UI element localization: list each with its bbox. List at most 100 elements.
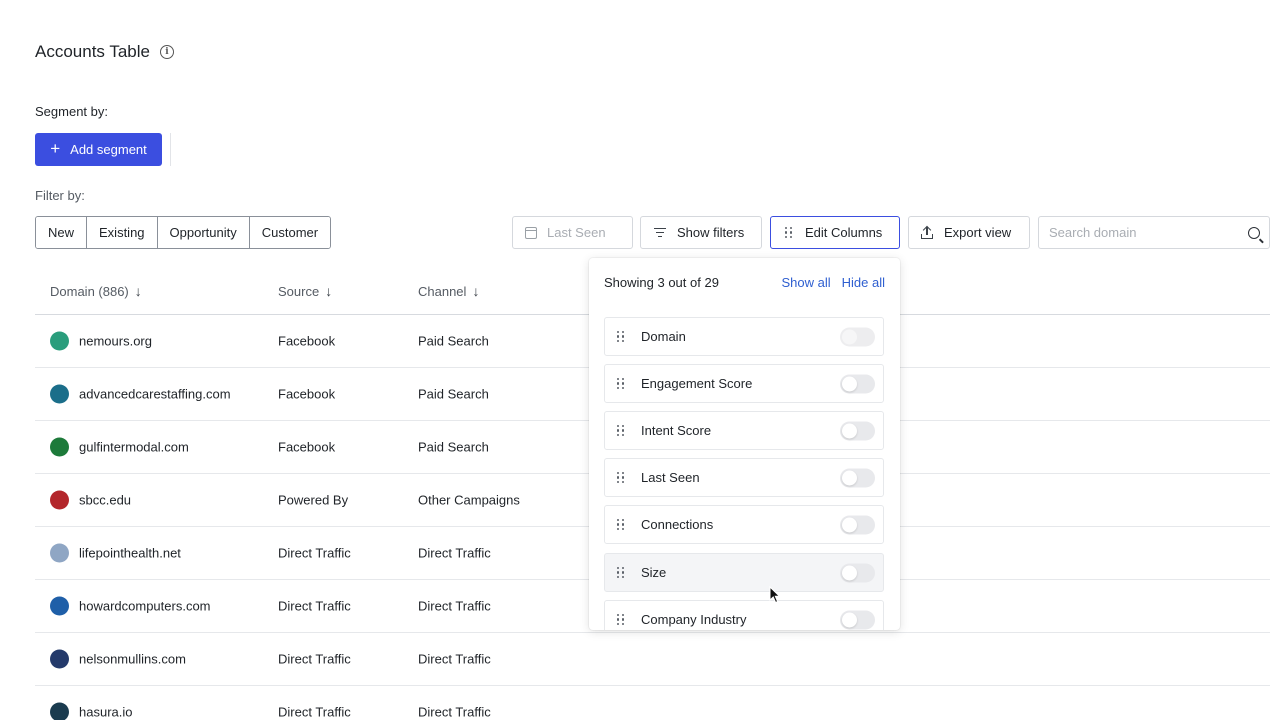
domain-cell[interactable]: hasura.io (79, 705, 132, 720)
search-icon[interactable] (1248, 226, 1260, 239)
show-filters-label: Show filters (677, 225, 745, 240)
plus-icon: + (50, 139, 61, 158)
company-logo (50, 596, 69, 616)
channel-cell: Direct Traffic (418, 545, 491, 561)
column-toggle[interactable] (840, 374, 875, 393)
drag-handle-icon[interactable] (617, 613, 625, 626)
domain-cell[interactable]: howardcomputers.com (79, 599, 211, 614)
upload-icon (921, 225, 933, 239)
divider (170, 133, 171, 166)
filter-existing-button[interactable]: Existing (87, 217, 158, 248)
channel-cell: Direct Traffic (418, 704, 491, 720)
source-cell: Direct Traffic (278, 545, 351, 561)
drag-handle-icon (785, 226, 793, 239)
company-logo (50, 384, 69, 404)
channel-cell: Direct Traffic (418, 598, 491, 614)
hide-all-link[interactable]: Hide all (842, 275, 885, 290)
column-option-size[interactable]: Size (604, 553, 884, 592)
columns-count-text: Showing 3 out of 29 (604, 275, 719, 290)
column-header-label: Source (278, 283, 320, 299)
column-option-label: Company Industry (641, 612, 747, 627)
column-toggle[interactable] (840, 421, 875, 440)
column-option-label: Intent Score (641, 423, 712, 438)
channel-cell: Paid Search (418, 386, 489, 402)
column-toggle[interactable] (840, 563, 875, 582)
filter-customer-button[interactable]: Customer (249, 217, 331, 248)
column-header-label: Channel (418, 283, 467, 299)
filter-opportunity-button[interactable]: Opportunity (157, 217, 250, 248)
info-icon[interactable]: i (159, 45, 174, 59)
column-option-domain[interactable]: Domain (604, 317, 884, 356)
column-option-label: Last Seen (641, 470, 700, 485)
source-cell: Facebook (278, 439, 336, 455)
column-toggle (840, 327, 875, 346)
channel-cell: Paid Search (418, 333, 489, 349)
source-cell: Direct Traffic (278, 704, 351, 720)
add-segment-label: Add segment (70, 142, 147, 157)
export-view-button[interactable]: Export view (908, 216, 1030, 249)
company-logo (50, 490, 69, 510)
edit-columns-panel: Showing 3 out of 29 Show all Hide all Do… (589, 258, 900, 630)
drag-handle-icon[interactable] (617, 518, 625, 531)
last-seen-date-picker[interactable]: Last Seen (512, 216, 633, 249)
filter-icon (654, 228, 666, 238)
show-filters-button[interactable]: Show filters (640, 216, 762, 249)
drag-handle-icon[interactable] (617, 471, 625, 484)
column-option-label: Engagement Score (641, 376, 753, 391)
column-header-source[interactable]: Source ↓ (278, 283, 332, 299)
channel-cell: Other Campaigns (418, 492, 520, 508)
edit-columns-label: Edit Columns (805, 225, 883, 240)
show-all-link[interactable]: Show all (782, 275, 831, 290)
filter-new-button[interactable]: New (36, 217, 88, 248)
drag-handle-icon[interactable] (617, 424, 625, 437)
domain-cell[interactable]: nelsonmullins.com (79, 652, 186, 667)
filter-label: Filter by: (35, 188, 85, 203)
domain-cell[interactable]: gulfintermodal.com (79, 440, 189, 455)
add-segment-button[interactable]: + Add segment (35, 133, 162, 166)
source-cell: Powered By (278, 492, 349, 508)
column-option-last-seen[interactable]: Last Seen (604, 458, 884, 497)
company-logo (50, 543, 69, 563)
table-row[interactable]: nelsonmullins.com Direct Traffic Direct … (35, 633, 1270, 686)
mouse-cursor-icon (769, 586, 781, 604)
column-option-label: Size (641, 565, 667, 580)
column-option-company-industry[interactable]: Company Industry (604, 600, 884, 630)
company-logo (50, 437, 69, 457)
domain-cell[interactable]: advancedcarestaffing.com (79, 387, 231, 402)
drag-handle-icon[interactable] (617, 377, 625, 390)
sort-arrow-down-icon[interactable]: ↓ (472, 283, 479, 299)
source-cell: Direct Traffic (278, 651, 351, 667)
source-cell: Facebook (278, 386, 336, 402)
company-logo (50, 331, 69, 351)
column-toggle[interactable] (840, 610, 875, 629)
sort-arrow-down-icon[interactable]: ↓ (135, 283, 142, 299)
table-row[interactable]: hasura.io Direct Traffic Direct Traffic (35, 686, 1270, 720)
domain-cell[interactable]: sbcc.edu (79, 493, 131, 508)
company-logo (50, 702, 69, 720)
channel-cell: Paid Search (418, 439, 489, 455)
column-option-engagement-score[interactable]: Engagement Score (604, 364, 884, 403)
domain-cell[interactable]: nemours.org (79, 334, 152, 349)
company-logo (50, 649, 69, 669)
column-header-channel[interactable]: Channel ↓ (418, 283, 479, 299)
column-toggle[interactable] (840, 515, 875, 534)
search-placeholder: Search domain (1049, 225, 1137, 240)
calendar-icon (525, 226, 537, 239)
column-option-intent-score[interactable]: Intent Score (604, 411, 884, 450)
source-cell: Direct Traffic (278, 598, 351, 614)
column-toggle[interactable] (840, 468, 875, 487)
edit-columns-button[interactable]: Edit Columns (770, 216, 900, 249)
source-cell: Facebook (278, 333, 336, 349)
column-option-connections[interactable]: Connections (604, 505, 884, 544)
search-domain-input[interactable]: Search domain (1038, 216, 1270, 249)
segment-label: Segment by: (35, 104, 108, 119)
page-title: Accounts Table (35, 42, 150, 61)
column-header-domain[interactable]: Domain (886) ↓ (50, 283, 142, 299)
panel-header: Showing 3 out of 29 Show all Hide all (604, 275, 885, 290)
drag-handle-icon[interactable] (617, 566, 625, 579)
sort-arrow-down-icon[interactable]: ↓ (325, 283, 332, 299)
drag-handle-icon[interactable] (617, 330, 625, 343)
domain-cell[interactable]: lifepointhealth.net (79, 546, 181, 561)
page-title-row: Accounts Table i (35, 42, 174, 62)
column-option-label: Connections (641, 517, 714, 532)
